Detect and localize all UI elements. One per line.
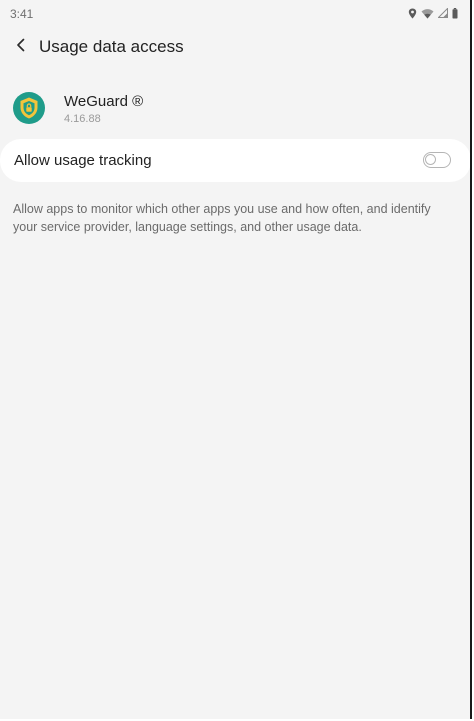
wifi-icon [421,8,434,19]
chevron-left-icon [15,38,27,57]
location-icon [408,8,417,19]
screen: 3:41 Usage data access WeGuard ® 4.16.88… [0,0,472,719]
app-name: WeGuard ® [64,93,144,110]
allow-usage-tracking-switch[interactable] [423,152,451,168]
status-bar: 3:41 [0,0,470,26]
status-icons [408,6,458,20]
weguard-shield-icon [13,92,45,124]
app-version: 4.16.88 [64,113,101,125]
status-time: 3:41 [10,7,34,21]
page-title: Usage data access [39,37,184,56]
battery-icon [452,7,458,19]
signal-icon [438,8,448,18]
app-info-row: WeGuard ® 4.16.88 [0,86,470,134]
allow-usage-tracking-row[interactable]: Allow usage tracking [0,139,470,182]
back-button[interactable] [6,32,36,62]
allow-usage-tracking-label: Allow usage tracking [14,152,152,169]
usage-access-description: Allow apps to monitor which other apps y… [13,202,431,234]
switch-knob [425,154,436,165]
header: Usage data access [0,28,470,68]
